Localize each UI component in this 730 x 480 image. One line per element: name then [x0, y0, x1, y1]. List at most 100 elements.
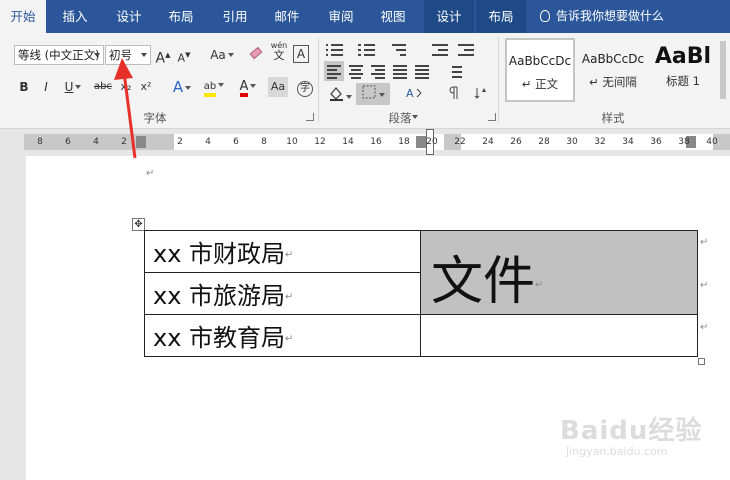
line-spacing-icon[interactable] — [446, 63, 464, 79]
ruler-tick: 22 — [454, 137, 466, 147]
document-table[interactable]: xx 市财政局↵ 文件↵ xx 市旅游局↵ xx 市教育局↵ — [144, 230, 698, 357]
horizontal-ruler[interactable]: 8 6 4 2 2 4 6 8 10 12 14 16 18 20 22 24 … — [24, 129, 730, 155]
ruler-tick: 32 — [594, 137, 606, 147]
ruler-tick: 16 — [370, 137, 382, 147]
borders-icon — [362, 85, 376, 99]
tab-references[interactable]: 引用 — [212, 0, 258, 33]
style-name: ↵ 正文 — [521, 77, 559, 91]
italic-button[interactable]: I — [38, 77, 54, 97]
sort-chinese-button[interactable]: A — [402, 85, 426, 119]
ruler-tick: 4 — [93, 137, 99, 147]
increase-indent-icon[interactable] — [458, 41, 476, 57]
lightbulb-icon — [540, 10, 550, 22]
tab-design[interactable]: 设计 — [106, 0, 152, 33]
shading-button[interactable] — [326, 85, 354, 105]
ruler-tick: 2 — [177, 137, 183, 147]
tab-review[interactable]: 审阅 — [318, 0, 364, 33]
tab-view[interactable]: 视图 — [370, 0, 416, 33]
font-color-button[interactable]: A — [234, 77, 262, 97]
show-marks-button[interactable] — [446, 85, 464, 105]
multilevel-list-icon[interactable] — [392, 41, 410, 57]
ruler-tick: 26 — [510, 137, 522, 147]
ruler-tick: 12 — [314, 137, 326, 147]
cell-text: 文件 — [431, 252, 536, 312]
merged-cell-selected[interactable]: 文件↵ — [420, 230, 698, 315]
borders-button[interactable] — [356, 83, 390, 105]
ruler-tick: 40 — [706, 137, 718, 147]
group-separator — [498, 37, 499, 123]
styles-scrollbar[interactable] — [720, 41, 726, 99]
highlighter-icon: ab — [203, 81, 217, 97]
phonetic-guide-char: 文 — [273, 49, 285, 62]
subscript-button[interactable]: x₂ — [118, 77, 134, 97]
ruler-tick: 4 — [205, 137, 211, 147]
char-border-button[interactable]: A — [293, 45, 309, 63]
change-case-button[interactable]: Aa — [206, 45, 238, 65]
table-cell[interactable]: xx 市财政局↵ — [144, 230, 421, 273]
cell-text: xx 市教育局 — [153, 324, 286, 352]
table-cell[interactable]: xx 市教育局↵ — [144, 314, 421, 357]
align-center-icon[interactable] — [348, 63, 366, 79]
ruler-tick: 8 — [37, 137, 43, 147]
bold-button[interactable]: B — [16, 77, 32, 97]
numbering-icon[interactable] — [358, 41, 376, 57]
style-heading-1[interactable]: AaBl 标题 1 — [652, 38, 714, 102]
clear-format-button[interactable] — [248, 45, 264, 65]
style-name: ↵ 无间隔 — [589, 75, 637, 89]
strikethrough-button[interactable]: abc — [92, 77, 114, 97]
text-effects-button[interactable]: A — [168, 77, 196, 97]
ruler-tick: 14 — [342, 137, 354, 147]
tab-mailings[interactable]: 邮件 — [264, 0, 310, 33]
ruler-tick: 10 — [286, 137, 298, 147]
paragraph-dialog-launcher[interactable] — [488, 113, 496, 121]
cell-mark: ↵ — [535, 279, 544, 291]
shrink-font-button[interactable]: A▼ — [176, 45, 192, 65]
ruler-margin-marker[interactable] — [136, 136, 146, 148]
ruler-tick: 18 — [398, 137, 410, 147]
ruler-tick: 38 — [678, 137, 690, 147]
grow-font-button[interactable]: A▲ — [155, 45, 171, 67]
style-no-spacing[interactable]: AaBbCcDc ↵ 无间隔 — [578, 38, 648, 102]
char-shading-button[interactable]: Aa — [268, 77, 288, 97]
grow-font-icon: A — [155, 50, 166, 67]
style-preview-text: AaBbCcDc — [508, 54, 572, 68]
tab-home[interactable]: 开始 — [0, 0, 46, 33]
style-normal[interactable]: AaBbCcDc ↵ 正文 — [505, 38, 575, 102]
row-end-mark: ↵ — [700, 237, 709, 248]
tab-table-layout[interactable]: 布局 — [476, 0, 526, 33]
align-right-icon[interactable] — [370, 63, 388, 79]
bullets-icon[interactable] — [326, 41, 344, 57]
tell-me-search[interactable]: 告诉我你想要做什么 — [540, 0, 664, 33]
ruler-tick: 6 — [65, 137, 71, 147]
align-left-icon[interactable] — [324, 61, 344, 81]
sort-arrow-icon — [474, 88, 486, 99]
font-name-value: 等线 (中文正文) — [18, 48, 100, 62]
ruler-tick: 2 — [121, 137, 127, 147]
ruler-tick: 36 — [650, 137, 662, 147]
font-size-combo[interactable]: 初号 — [105, 45, 151, 65]
table-cell[interactable] — [420, 314, 698, 357]
char-border-icon: A — [296, 47, 306, 61]
table-resize-handle[interactable] — [698, 358, 705, 365]
decrease-indent-icon[interactable] — [432, 41, 450, 57]
tab-layout[interactable]: 布局 — [158, 0, 204, 33]
tab-table-design[interactable]: 设计 — [424, 0, 474, 33]
tab-insert[interactable]: 插入 — [52, 0, 98, 33]
highlight-button[interactable]: ab — [200, 77, 228, 97]
sort-button[interactable] — [474, 85, 488, 105]
font-name-combo[interactable]: 等线 (中文正文) — [14, 45, 104, 65]
justify-icon[interactable] — [392, 63, 410, 79]
font-dialog-launcher[interactable] — [306, 113, 314, 121]
ruler-tick: 6 — [233, 137, 239, 147]
text-effects-icon: A — [172, 78, 184, 96]
ruler-tick: 28 — [538, 137, 550, 147]
change-case-icon: Aa — [210, 48, 226, 62]
distributed-icon[interactable] — [414, 63, 432, 79]
cell-mark: ↵ — [285, 249, 294, 261]
enclose-char-button[interactable]: 字 — [296, 77, 314, 97]
table-cell[interactable]: xx 市旅游局↵ — [144, 272, 421, 315]
underline-button[interactable]: U — [60, 77, 86, 97]
superscript-button[interactable]: x² — [138, 77, 154, 97]
style-preview-text: AaBl — [654, 44, 712, 69]
phonetic-guide-button[interactable]: wén 文 — [270, 41, 288, 61]
